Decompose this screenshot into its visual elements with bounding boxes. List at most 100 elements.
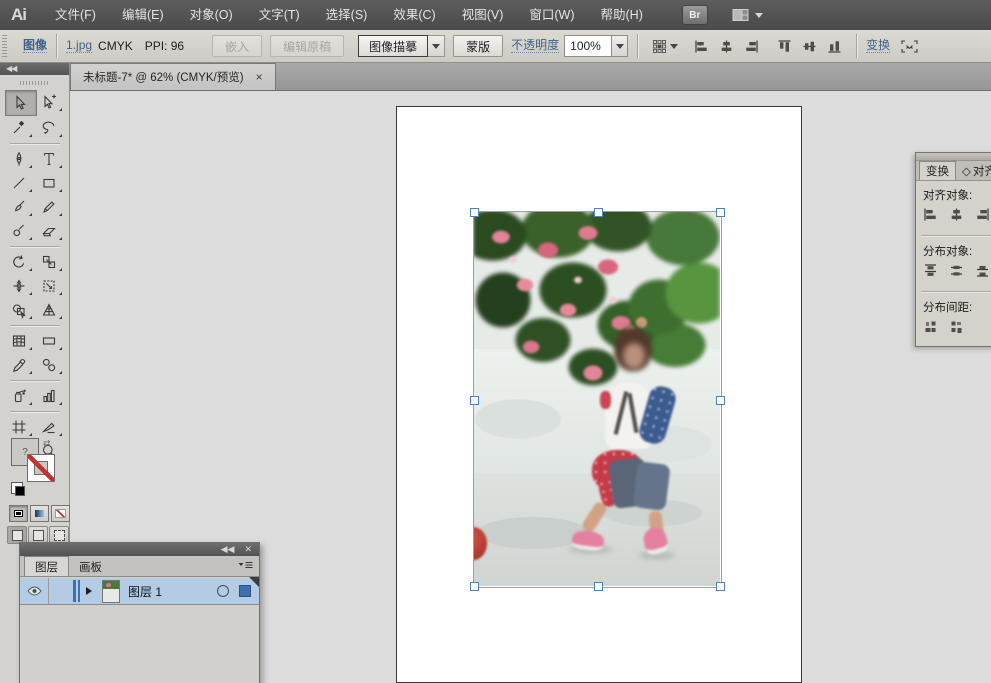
image-trace-button[interactable]: 图像描摹 [358,35,429,57]
distribute-bottom-icon[interactable] [975,263,990,278]
bridge-button[interactable]: Br [681,5,708,25]
layer-thumbnail[interactable] [102,579,120,603]
tool-slice[interactable] [35,415,65,439]
transform-link[interactable]: 变换 [866,39,891,53]
tab-align[interactable]: ◇ 对齐 [956,162,991,180]
menu-type[interactable]: 文字(T) [246,0,313,30]
tool-column-graph[interactable] [35,384,65,408]
menu-object[interactable]: 对象(O) [177,0,246,30]
default-fill-stroke-icon[interactable] [11,482,25,496]
collapse-icon[interactable]: ◀◀ [221,544,235,555]
file-name-link[interactable]: 1.jpg [66,39,93,53]
layer-name[interactable]: 图层 1 [128,583,217,600]
tool-rotate[interactable] [5,250,35,274]
gradient-button[interactable] [30,505,49,522]
distribute-top-icon[interactable] [923,263,938,278]
align-right-icon[interactable] [975,207,990,222]
tool-paintbrush[interactable] [5,195,35,219]
selection-handle-sw[interactable] [470,582,479,591]
tool-direct-selection[interactable] [35,90,65,114]
tool-scale[interactable] [35,250,65,274]
menu-file[interactable]: 文件(F) [42,0,109,30]
color-button[interactable] [9,505,28,522]
tools-panel-grip[interactable] [0,75,69,90]
menu-effect[interactable]: 效果(C) [380,0,448,30]
menu-help[interactable]: 帮助(H) [588,0,656,30]
tool-pen[interactable] [5,147,35,171]
reference-point-control[interactable] [652,39,679,53]
layer-row[interactable]: 图层 1 [20,578,259,605]
tab-transform[interactable]: 变换 [919,161,956,180]
selection-handle-ne[interactable] [716,208,725,217]
selection-handle-e[interactable] [716,396,725,405]
lock-toggle[interactable] [49,578,63,604]
align-top-button[interactable] [777,39,792,54]
image-trace-dropdown[interactable] [428,35,446,57]
panel-grip-icon[interactable] [2,35,7,57]
horizontal-distribute-space-icon[interactable] [949,319,964,334]
tool-artboard[interactable] [5,415,35,439]
layers-panel-header[interactable]: ◀◀ ✕ [20,543,259,556]
distribute-vertical-center-icon[interactable] [949,263,964,278]
document-tab[interactable]: 未标题-7* @ 62% (CMYK/预览) × [70,63,276,90]
tool-selection[interactable] [4,90,37,116]
tool-lasso[interactable] [35,116,65,140]
tool-free-transform[interactable] [35,274,65,298]
tool-symbol-sprayer[interactable] [5,384,35,408]
opacity-link[interactable]: 不透明度 [511,39,560,53]
tab-artboards[interactable]: 画板 [69,557,112,576]
selection-handle-w[interactable] [470,396,479,405]
workspace-switcher[interactable] [732,8,763,23]
expand-triangle-icon[interactable] [86,587,92,595]
none-button[interactable] [51,505,70,522]
tool-width[interactable] [5,274,35,298]
panel-menu-icon[interactable] [237,561,254,573]
selection-handle-n[interactable] [594,208,603,217]
close-icon[interactable]: ✕ [244,544,252,555]
tool-line-segment[interactable] [5,171,35,195]
selection-handle-s[interactable] [594,582,603,591]
align-center-icon[interactable] [949,207,964,222]
tool-eyedropper[interactable] [5,353,35,377]
collapse-icon[interactable]: ◀◀ [6,64,17,73]
selection-handle-se[interactable] [716,582,725,591]
menu-select[interactable]: 选择(S) [313,0,381,30]
align-left-icon[interactable] [923,207,938,222]
layer-target-circle[interactable] [217,585,229,597]
tool-pencil[interactable] [35,195,65,219]
tool-magic-wand[interactable] [5,116,35,140]
panel-drag-bar[interactable] [916,153,991,161]
align-middle-button[interactable] [802,39,817,54]
tool-blend[interactable] [35,353,65,377]
opacity-value[interactable]: 100% [565,39,611,53]
vertical-distribute-space-icon[interactable] [923,319,938,334]
tab-close-icon[interactable]: × [256,71,263,83]
tab-layers[interactable]: 图层 [24,556,69,576]
opacity-dropdown[interactable]: 100% [564,35,629,57]
align-center-button[interactable] [719,39,734,54]
tool-eraser[interactable] [35,219,65,243]
tool-rectangle[interactable] [35,171,65,195]
tools-panel-header[interactable]: ◀◀ [0,62,69,75]
align-left-button[interactable] [694,39,709,54]
menu-edit[interactable]: 编辑(E) [109,0,177,30]
tool-type[interactable] [35,147,65,171]
swap-fill-stroke-icon[interactable]: ⇄ [43,438,51,449]
selection-handle-nw[interactable] [470,208,479,217]
visibility-toggle[interactable] [20,578,48,604]
selection-type-link[interactable]: 图像 [23,39,48,53]
tool-perspective-grid[interactable] [35,298,65,322]
isolate-object-button[interactable] [900,39,919,54]
layer-selected-indicator[interactable] [239,585,251,597]
tool-mesh[interactable] [5,329,35,353]
tool-shape-builder[interactable] [5,298,35,322]
tool-gradient[interactable] [35,329,65,353]
menu-view[interactable]: 视图(V) [449,0,517,30]
opacity-dropdown-arrow[interactable] [611,36,628,56]
stroke-swatch[interactable] [27,454,55,482]
align-right-button[interactable] [744,39,759,54]
tool-blob-brush[interactable] [5,219,35,243]
align-bottom-button[interactable] [827,39,842,54]
menu-window[interactable]: 窗口(W) [516,0,587,30]
mask-button[interactable]: 蒙版 [453,35,504,57]
